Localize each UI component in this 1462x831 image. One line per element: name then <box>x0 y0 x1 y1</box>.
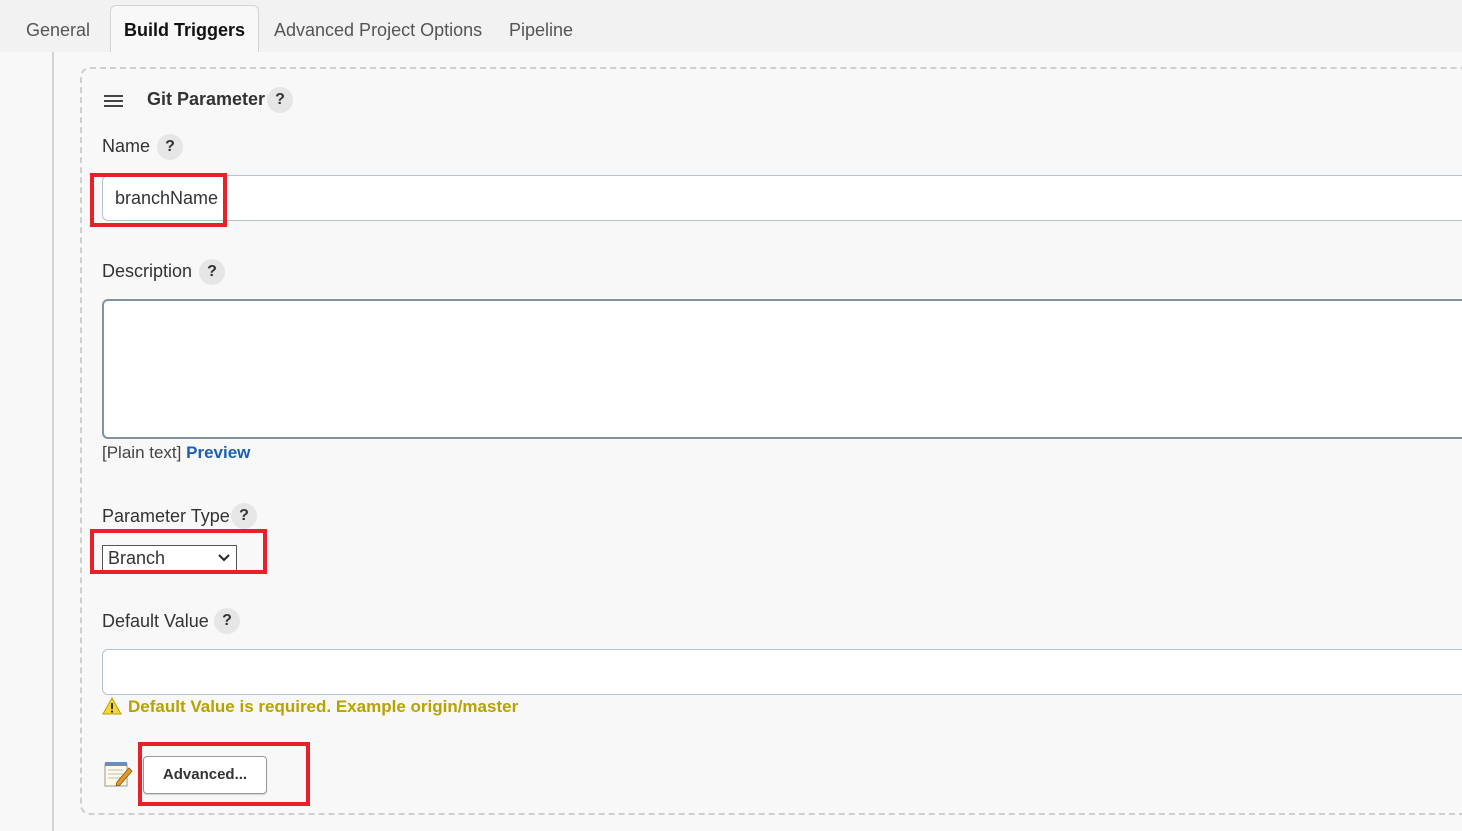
description-label: Description <box>102 261 193 281</box>
description-help-icon[interactable]: ? <box>199 259 225 285</box>
preview-link[interactable]: Preview <box>186 443 250 462</box>
notepad-icon <box>104 762 133 787</box>
default-value-input[interactable] <box>102 649 1462 695</box>
parameter-type-help-icon[interactable]: ? <box>231 503 257 529</box>
parameter-type-label: Parameter Type <box>102 506 230 526</box>
tab-bar: General Build Triggers Advanced Project … <box>0 0 1462 52</box>
name-label: Name <box>102 136 151 156</box>
tab-build-triggers[interactable]: Build Triggers <box>110 5 260 52</box>
warning-icon <box>102 697 122 715</box>
git-parameter-help-icon[interactable]: ? <box>267 87 293 113</box>
drag-handle-icon[interactable] <box>104 92 123 110</box>
tab-general[interactable]: General <box>26 5 90 51</box>
tab-pipeline[interactable]: Pipeline <box>509 5 573 51</box>
default-value-help-icon[interactable]: ? <box>214 608 240 634</box>
default-value-warning: Default Value is required. Example origi… <box>128 697 519 716</box>
description-format-hint: [Plain text] Preview <box>102 443 250 463</box>
name-highlight-box <box>90 173 227 227</box>
left-divider <box>52 52 54 831</box>
plain-text-label: [Plain text] <box>102 443 182 462</box>
section-title: Git Parameter <box>147 89 266 109</box>
description-textarea[interactable] <box>102 299 1462 439</box>
tab-advanced-project-options[interactable]: Advanced Project Options <box>274 5 482 51</box>
advanced-highlight-box <box>138 742 310 806</box>
default-value-label: Default Value <box>102 611 209 631</box>
name-input[interactable]: branchName <box>102 175 1462 221</box>
parameter-type-highlight-box <box>90 529 267 574</box>
name-help-icon[interactable]: ? <box>157 134 183 160</box>
